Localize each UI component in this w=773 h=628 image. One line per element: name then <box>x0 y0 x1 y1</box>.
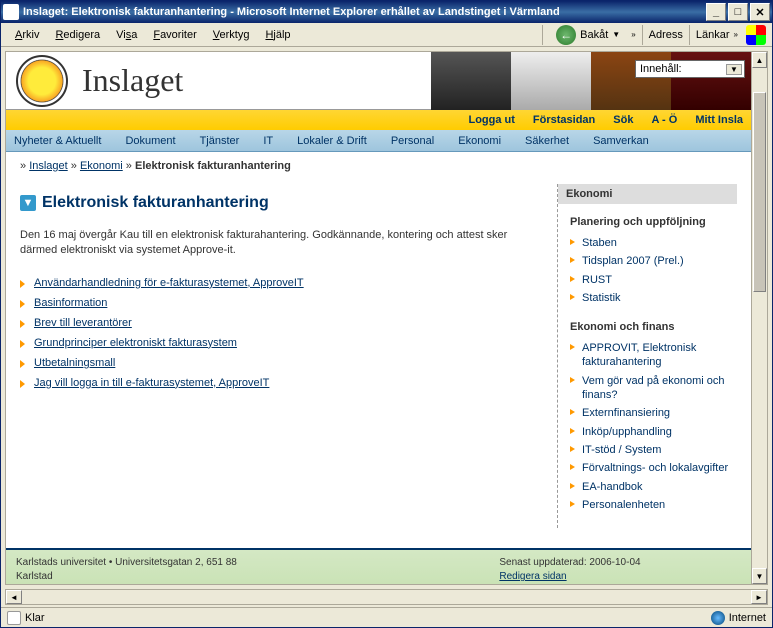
sidebar-link[interactable]: Vem gör vad på ekonomi och finans? <box>582 375 724 401</box>
sidebar-link[interactable]: Personalenheten <box>582 499 665 511</box>
sidebar-link[interactable]: Inköp/upphandling <box>582 426 672 438</box>
nav-logout[interactable]: Logga ut <box>468 114 514 126</box>
main-nav: Nyheter & Aktuellt Dokument Tjänster IT … <box>6 130 751 152</box>
scroll-up-icon[interactable]: ▲ <box>752 52 767 68</box>
content-viewport: Inslaget Innehåll: Logga ut Förstasidan … <box>5 51 768 585</box>
vertical-scrollbar[interactable]: ▲ ▼ <box>751 52 767 584</box>
site-header: Inslaget Innehåll: <box>6 52 751 110</box>
nav-nyheter[interactable]: Nyheter & Aktuellt <box>14 135 101 147</box>
sidebar-link[interactable]: Statistik <box>582 292 621 304</box>
page-footer: Karlstads universitet • Universitetsgata… <box>6 548 751 585</box>
forward-chevron-icon[interactable]: » <box>631 30 635 39</box>
menu-arkiv[interactable]: Arkiv <box>7 26 47 44</box>
minimize-button[interactable]: _ <box>706 3 726 21</box>
sidebar-link[interactable]: Tidsplan 2007 (Prel.) <box>582 255 684 267</box>
main-content: ▼ Elektronisk fakturanhantering Den 16 m… <box>20 184 557 528</box>
sidebar-link[interactable]: IT-stöd / System <box>582 444 661 456</box>
address-label[interactable]: Adress <box>649 29 683 41</box>
nav-personal[interactable]: Personal <box>391 135 434 147</box>
sidebar-section-title: Ekonomi och finans <box>570 321 729 333</box>
intro-text: Den 16 maj övergår Kau till en elektroni… <box>20 228 541 259</box>
back-label: Bakåt <box>580 29 608 41</box>
scroll-right-icon[interactable]: ► <box>751 590 767 604</box>
windows-logo-icon <box>746 25 766 45</box>
menu-verktyg[interactable]: Verktyg <box>205 26 258 44</box>
utility-nav: Logga ut Förstasidan Sök A - Ö Mitt Insl… <box>6 110 751 130</box>
footer-edit-link[interactable]: Redigera sidan <box>499 571 566 582</box>
menubar: Arkiv Redigera Visa Favoriter Verktyg Hj… <box>1 23 772 47</box>
menu-label: rkiv <box>22 29 39 41</box>
back-button[interactable]: ← Bakåt ▼ <box>549 22 627 48</box>
crumb-current: Elektronisk fakturanhantering <box>135 160 291 172</box>
heading-icon: ▼ <box>20 195 36 211</box>
dropdown-label: Innehåll: <box>640 63 682 75</box>
menu-redigera[interactable]: Redigera <box>47 26 108 44</box>
nav-it[interactable]: IT <box>263 135 273 147</box>
doc-link[interactable]: Brev till leverantörer <box>34 317 132 329</box>
sidebar-link[interactable]: APPROVIT, Elektronisk fakturahantering <box>582 342 696 368</box>
footer-updated: Senast uppdaterad: 2006-10-04 <box>499 556 741 570</box>
window-title: Inslaget: Elektronisk fakturanhantering … <box>23 6 706 18</box>
doc-link[interactable]: Basinformation <box>34 297 107 309</box>
menu-hjalp[interactable]: Hjälp <box>257 26 298 44</box>
globe-icon <box>711 611 725 625</box>
statusbar: Klar Internet <box>1 607 772 627</box>
scroll-thumb[interactable] <box>753 92 766 292</box>
chevron-down-icon: ▼ <box>612 30 620 39</box>
sidebar-link[interactable]: RUST <box>582 274 612 286</box>
close-button[interactable]: ✕ <box>750 3 770 21</box>
titlebar: Inslaget: Elektronisk fakturanhantering … <box>1 1 772 23</box>
footer-address2: Tfn 054-700 10 00 • Fax 054-700 14 60 <box>16 584 258 585</box>
nav-ekonomi[interactable]: Ekonomi <box>458 135 501 147</box>
nav-az[interactable]: A - Ö <box>651 114 677 126</box>
links-chevron-icon: » <box>734 30 738 39</box>
menu-favoriter[interactable]: Favoriter <box>145 26 204 44</box>
sidebar-header: Ekonomi <box>558 184 737 204</box>
content-dropdown[interactable]: Innehåll: <box>635 60 745 78</box>
scroll-down-icon[interactable]: ▼ <box>752 568 767 584</box>
page-icon <box>7 611 21 625</box>
menu-visa[interactable]: Visa <box>108 26 145 44</box>
nav-sakerhet[interactable]: Säkerhet <box>525 135 569 147</box>
doc-link[interactable]: Grundprinciper elektroniskt fakturasyste… <box>34 337 237 349</box>
footer-address1: Karlstads universitet • Universitetsgata… <box>16 556 258 584</box>
breadcrumb: » Inslaget » Ekonomi » Elektronisk faktu… <box>6 152 751 180</box>
maximize-button[interactable]: □ <box>728 3 748 21</box>
sidebar-link[interactable]: Externfinansiering <box>582 407 670 419</box>
nav-dokument[interactable]: Dokument <box>125 135 175 147</box>
nav-mypage[interactable]: Mitt Insla <box>695 114 743 126</box>
doc-link[interactable]: Jag vill logga in till e-fakturasystemet… <box>34 377 269 389</box>
sidebar-link[interactable]: Staben <box>582 237 617 249</box>
nav-search[interactable]: Sök <box>613 114 633 126</box>
sidebar-link[interactable]: Förvaltnings- och lokalavgifter <box>582 462 728 474</box>
page-heading: Elektronisk fakturanhantering <box>42 194 269 212</box>
status-text: Klar <box>25 612 45 624</box>
sidebar: Ekonomi Planering och uppföljning Staben… <box>557 184 737 528</box>
nav-tjanster[interactable]: Tjänster <box>200 135 240 147</box>
site-title: Inslaget <box>82 62 183 99</box>
doc-link[interactable]: Utbetalningsmall <box>34 357 115 369</box>
university-logo-icon <box>16 55 68 107</box>
sidebar-section-title: Planering och uppföljning <box>570 216 729 228</box>
links-label[interactable]: Länkar <box>696 29 730 41</box>
nav-samverkan[interactable]: Samverkan <box>593 135 649 147</box>
crumb-inslaget[interactable]: Inslaget <box>29 160 68 172</box>
page-heading-row: ▼ Elektronisk fakturanhantering <box>20 194 541 212</box>
app-icon <box>3 4 19 20</box>
doc-link[interactable]: Användarhandledning för e-fakturasysteme… <box>34 277 304 289</box>
nav-home[interactable]: Förstasidan <box>533 114 595 126</box>
scroll-left-icon[interactable]: ◄ <box>6 590 22 604</box>
zone-label: Internet <box>729 612 766 624</box>
back-arrow-icon: ← <box>556 25 576 45</box>
horizontal-scrollbar[interactable]: ◄ ► <box>5 589 768 605</box>
document-links: Användarhandledning för e-fakturasysteme… <box>20 273 541 393</box>
nav-lokaler[interactable]: Lokaler & Drift <box>297 135 367 147</box>
crumb-ekonomi[interactable]: Ekonomi <box>80 160 123 172</box>
sidebar-link[interactable]: EA-handbok <box>582 481 643 493</box>
